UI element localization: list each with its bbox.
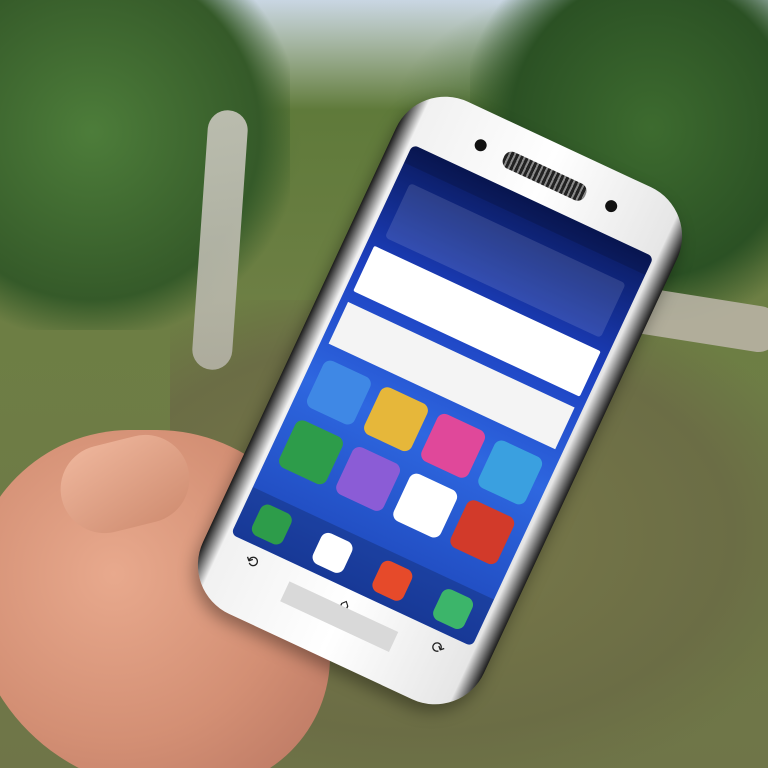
phone-icon[interactable] <box>249 502 295 548</box>
photo-scene: ⟲ ⌂ ⟳ <box>0 0 768 768</box>
menu-icon[interactable]: ⟳ <box>428 636 448 659</box>
clock-icon[interactable] <box>304 357 374 428</box>
forest-hill-left <box>0 0 290 330</box>
front-camera <box>603 198 620 215</box>
app-icon[interactable] <box>333 444 403 514</box>
apps-grid-icon[interactable] <box>309 530 355 576</box>
app-icon[interactable] <box>447 497 517 567</box>
camera-icon[interactable] <box>430 586 476 632</box>
phone-icon[interactable] <box>276 417 346 487</box>
app-icon[interactable] <box>390 471 460 541</box>
back-icon[interactable]: ⟲ <box>242 549 262 572</box>
gallery-icon[interactable] <box>418 411 488 481</box>
chrome-icon[interactable] <box>369 558 416 604</box>
front-sensor <box>472 137 489 154</box>
app-icon[interactable] <box>361 384 431 454</box>
app-icon[interactable] <box>475 437 545 507</box>
